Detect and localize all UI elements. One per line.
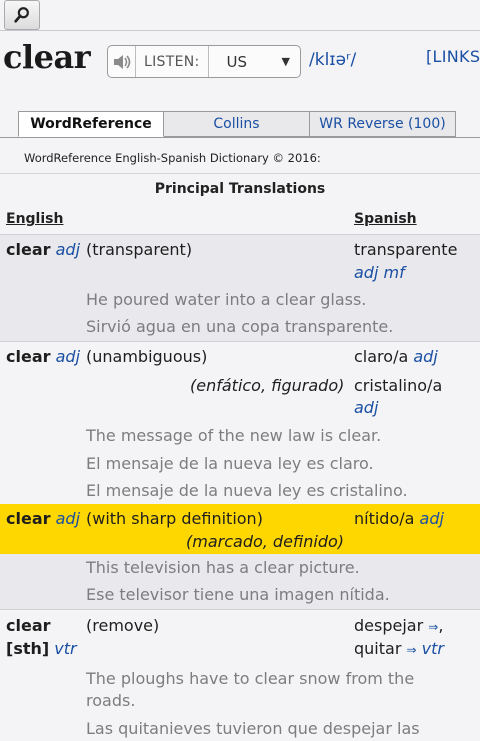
translation-separator: ,	[438, 616, 444, 635]
entry-word: clear	[6, 240, 51, 259]
entry-term[interactable]: clear adj	[6, 240, 80, 259]
listen-label: LISTEN:	[136, 46, 209, 77]
entry-pos[interactable]: adj	[56, 509, 80, 528]
chevron-down-icon: ▼	[281, 55, 290, 68]
tab-wordreference[interactable]: WordReference	[18, 111, 164, 137]
entry-pos[interactable]: vtr	[54, 639, 76, 658]
translation-word: claro/a	[354, 347, 409, 366]
section-title: Principal Translations	[154, 181, 326, 197]
example-sentence: Las quitanieves tuvieron que despejar la…	[86, 719, 420, 738]
entry-term[interactable]: clear adj	[6, 347, 80, 366]
headword: clear	[3, 38, 91, 76]
entry-examples: This television has a clear picture. Ese…	[0, 554, 480, 609]
entry-row: clear adj (transparent) transparente adj…	[0, 234, 480, 341]
entry-translation[interactable]: despejar ⇒,	[354, 616, 443, 635]
top-search-bar	[0, 0, 480, 31]
entry-sense: (unambiguous)	[86, 347, 208, 366]
example-sentence: He poured water into a clear glass.	[86, 290, 367, 309]
column-header-english: English	[6, 211, 64, 227]
entry-row: clear adj (unambiguous) claro/a adj (enf…	[0, 341, 480, 504]
example-sentence: El mensaje de la nueva ley es cristalino…	[86, 481, 408, 500]
tab-wr-reverse[interactable]: WR Reverse (100)	[310, 111, 456, 137]
translation-word: despejar	[354, 616, 424, 635]
entry-term[interactable]: clear	[6, 616, 51, 635]
entry-translation[interactable]: nítido/a adj	[354, 509, 444, 528]
column-header-spanish: Spanish	[354, 211, 417, 227]
pronunciation: /klɪəʳ/	[309, 50, 357, 70]
entry-word: clear	[6, 509, 51, 528]
entry-sense-note: (enfático, figurado)	[190, 376, 345, 395]
entry-translation-2[interactable]: quitar ⇒ vtr	[354, 639, 444, 658]
listen-widget: LISTEN: US ▼	[107, 45, 301, 78]
accent-select[interactable]: US ▼	[209, 46, 300, 77]
entry-translation[interactable]: transparente	[354, 240, 457, 259]
entry-translation-2[interactable]: cristalino/a	[354, 376, 442, 395]
dictionary-page: clear LISTEN: US ▼ /klɪəʳ/ [LINKS] WordR…	[0, 0, 480, 741]
entry-sense: (transparent)	[86, 240, 193, 259]
entry-pos[interactable]: adj	[56, 240, 80, 259]
search-icon	[14, 7, 29, 23]
example-sentence: The message of the new law is clear.	[86, 426, 382, 445]
entry-translation[interactable]: claro/a adj	[354, 347, 438, 366]
entry-term-2[interactable]: [sth] vtr	[6, 639, 77, 658]
dictionary-tabs: WordReference Collins WR Reverse (100)	[18, 111, 456, 137]
accent-value: US	[226, 52, 248, 71]
translation-word: nítido/a	[354, 509, 415, 528]
entry-translation-2-pos[interactable]: adj	[354, 398, 378, 417]
translation-pos[interactable]: adj	[413, 347, 437, 366]
example-sentence: Ese televisor tiene una imagen nítida.	[86, 585, 390, 604]
entry-sense: (remove)	[86, 616, 160, 635]
divider	[0, 173, 480, 174]
entry-row: clear [sth] vtr (remove) despejar ⇒, qui…	[0, 609, 480, 741]
entry-term[interactable]: clear adj	[6, 509, 80, 528]
speaker-button[interactable]	[108, 46, 136, 77]
entry-pos[interactable]: adj	[56, 347, 80, 366]
entry-translation-pos[interactable]: adj mf	[354, 263, 405, 282]
tab-divider	[0, 137, 480, 138]
tab-collins[interactable]: Collins	[164, 111, 310, 137]
copyright-notice: WordReference English-Spanish Dictionary…	[24, 151, 321, 165]
entry-row-highlighted: clear adj (with sharp definition) nítido…	[0, 504, 480, 554]
entry-sense: (with sharp definition)	[86, 509, 263, 528]
conjugation-arrow-icon[interactable]: ⇒	[428, 620, 438, 634]
translation-pos[interactable]: vtr	[422, 639, 444, 658]
example-sentence: El mensaje de la nueva ley es claro.	[86, 454, 374, 473]
translation-pos[interactable]: adj	[420, 509, 444, 528]
example-sentence: roads.	[86, 691, 136, 710]
example-sentence: Sirvió agua en una copa transparente.	[86, 317, 394, 336]
links-link[interactable]: [LINKS]	[426, 47, 480, 66]
entry-sense-note: (marcado, definido)	[186, 532, 345, 551]
conjugation-arrow-icon[interactable]: ⇒	[407, 643, 417, 657]
example-sentence: The ploughs have to clear snow from the	[86, 669, 415, 688]
entry-word-object: [sth]	[6, 639, 50, 658]
search-button[interactable]	[4, 0, 40, 30]
example-sentence: This television has a clear picture.	[86, 558, 360, 577]
entry-word: clear	[6, 616, 51, 635]
entry-word: clear	[6, 347, 51, 366]
translation-word: quitar	[354, 639, 402, 658]
speaker-icon	[113, 54, 130, 69]
